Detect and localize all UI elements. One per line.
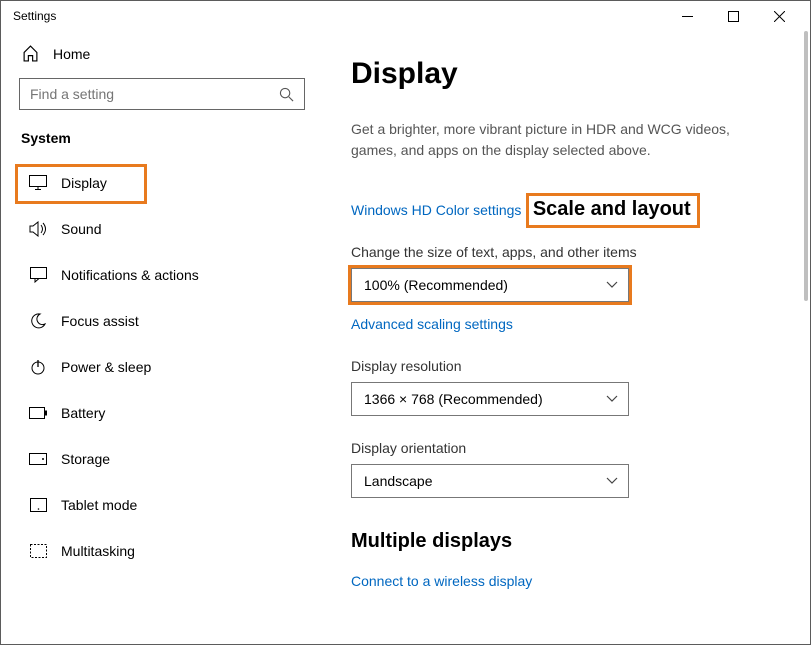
sidebar-item-label: Tablet mode [61, 497, 137, 513]
power-icon [29, 358, 47, 376]
sidebar-item-label: Focus assist [61, 313, 139, 329]
category-label: System [1, 120, 323, 160]
search-input[interactable] [30, 86, 278, 102]
sidebar-item-label: Storage [61, 451, 110, 467]
hdr-description: Get a brighter, more vibrant picture in … [351, 119, 771, 161]
nav-list: Display Sound Notifications & actions Fo… [1, 160, 323, 574]
home-label: Home [53, 46, 90, 62]
home-icon [21, 45, 39, 62]
wireless-display-link[interactable]: Connect to a wireless display [351, 573, 532, 589]
resolution-dropdown[interactable]: 1366 × 768 (Recommended) [351, 382, 629, 416]
multitask-icon [29, 542, 47, 560]
home-nav[interactable]: Home [1, 35, 323, 72]
sidebar-item-tablet-mode[interactable]: Tablet mode [1, 482, 323, 528]
main-panel: Display Get a brighter, more vibrant pic… [323, 31, 810, 644]
tablet-icon [29, 496, 47, 514]
maximize-button[interactable] [710, 1, 756, 31]
sidebar: Home System Display Sound Notifications … [1, 31, 323, 644]
resolution-label: Display resolution [351, 358, 780, 374]
highlight-box-heading: Scale and layout [526, 193, 700, 228]
sidebar-item-display[interactable]: Display [1, 160, 323, 206]
sidebar-item-power-sleep[interactable]: Power & sleep [1, 344, 323, 390]
advanced-scaling-link[interactable]: Advanced scaling settings [351, 316, 513, 332]
moon-icon [29, 312, 47, 330]
orientation-label: Display orientation [351, 440, 780, 456]
hdr-settings-link[interactable]: Windows HD Color settings [351, 202, 521, 218]
scale-dropdown-value: 100% (Recommended) [364, 277, 508, 293]
chevron-down-icon [606, 281, 618, 289]
battery-icon [29, 404, 47, 422]
sidebar-item-label: Power & sleep [61, 359, 151, 375]
window-title: Settings [9, 9, 664, 23]
orientation-dropdown-value: Landscape [364, 473, 433, 489]
notification-icon [29, 266, 47, 284]
multiple-displays-heading: Multiple displays [351, 530, 780, 553]
sidebar-item-battery[interactable]: Battery [1, 390, 323, 436]
minimize-button[interactable] [664, 1, 710, 31]
sidebar-item-notifications[interactable]: Notifications & actions [1, 252, 323, 298]
sidebar-item-label: Display [61, 175, 107, 191]
chevron-down-icon [606, 395, 618, 403]
search-icon [278, 87, 294, 102]
scrollbar[interactable] [804, 31, 808, 301]
scale-dropdown[interactable]: 100% (Recommended) [351, 268, 629, 302]
storage-icon [29, 450, 47, 468]
title-bar: Settings [1, 1, 810, 31]
sidebar-item-sound[interactable]: Sound [1, 206, 323, 252]
sidebar-item-storage[interactable]: Storage [1, 436, 323, 482]
page-title: Display [351, 57, 780, 91]
chevron-down-icon [606, 477, 618, 485]
resolution-dropdown-value: 1366 × 768 (Recommended) [364, 391, 543, 407]
close-button[interactable] [756, 1, 802, 31]
sidebar-item-label: Multitasking [61, 543, 135, 559]
sidebar-item-label: Sound [61, 221, 101, 237]
scale-layout-heading: Scale and layout [533, 198, 691, 221]
window-controls [664, 1, 802, 31]
sidebar-item-multitasking[interactable]: Multitasking [1, 528, 323, 574]
scale-label: Change the size of text, apps, and other… [351, 244, 780, 260]
speaker-icon [29, 220, 47, 238]
sidebar-item-label: Battery [61, 405, 105, 421]
orientation-dropdown[interactable]: Landscape [351, 464, 629, 498]
sidebar-item-label: Notifications & actions [61, 267, 199, 283]
monitor-icon [29, 174, 47, 192]
sidebar-item-focus-assist[interactable]: Focus assist [1, 298, 323, 344]
search-box[interactable] [19, 78, 305, 110]
